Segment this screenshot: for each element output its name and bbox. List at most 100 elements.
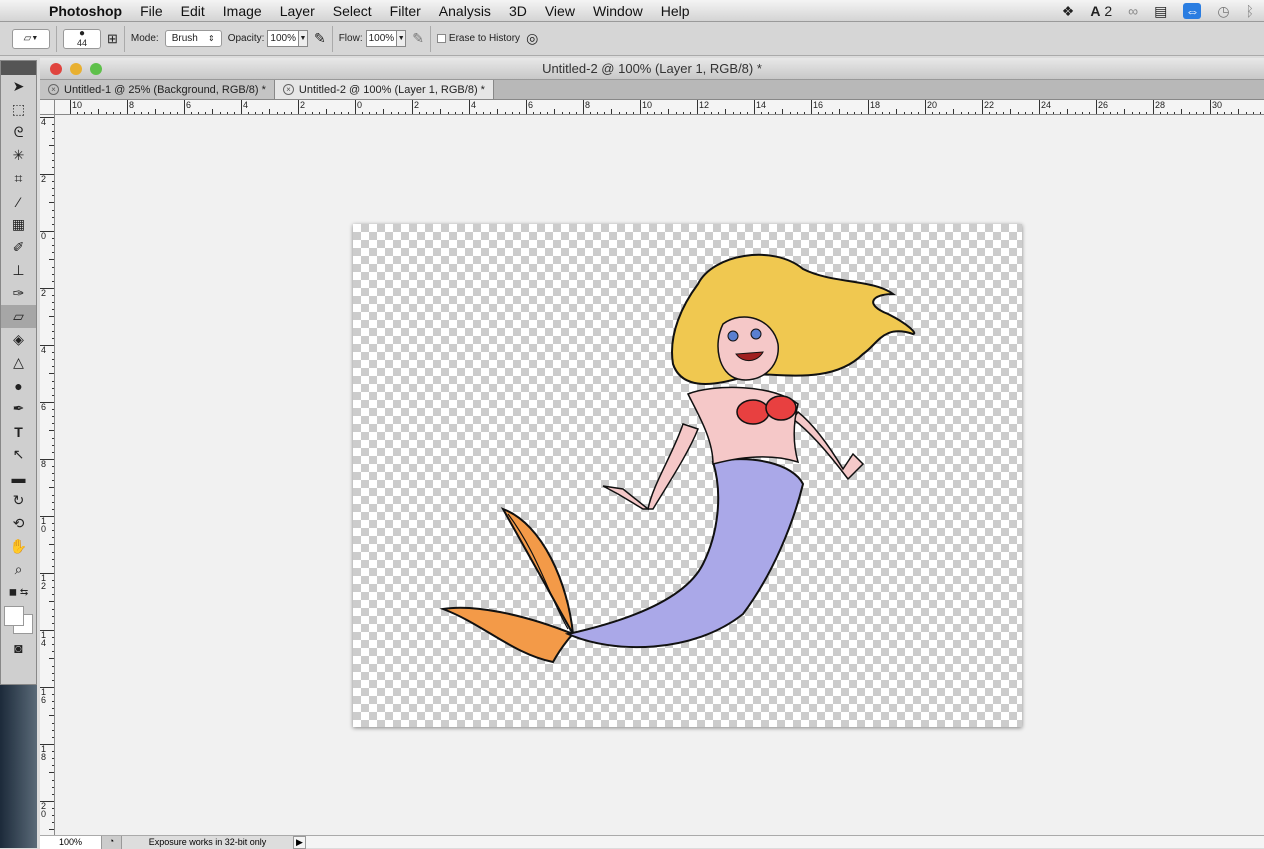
pen-tool-icon[interactable]: ✒ bbox=[1, 397, 36, 420]
dodge-tool-icon[interactable]: ● bbox=[1, 374, 36, 397]
menu-image[interactable]: Image bbox=[214, 3, 271, 19]
brush-picker[interactable]: ● 44 bbox=[63, 28, 101, 49]
healing-brush-tool-icon[interactable]: ▦ bbox=[1, 213, 36, 236]
ruler-label: 4 bbox=[41, 345, 47, 355]
dropbox-icon[interactable]: ❖ bbox=[1062, 3, 1075, 20]
ruler-minor-tick bbox=[52, 266, 54, 268]
menu-layer[interactable]: Layer bbox=[271, 3, 324, 19]
move-tool-icon[interactable]: ➤ bbox=[1, 75, 36, 98]
clone-stamp-tool-icon[interactable]: ⊥ bbox=[1, 259, 36, 282]
zoom-level-field[interactable]: 100% bbox=[40, 835, 101, 849]
tool-preset-picker[interactable]: ▱ ▼ bbox=[12, 28, 50, 49]
brush-tool-icon[interactable]: ✐ bbox=[1, 236, 36, 259]
ruler-minor-tick bbox=[1231, 112, 1233, 114]
paint-bucket-tool-icon[interactable]: ◈ bbox=[1, 328, 36, 351]
color-swatches[interactable] bbox=[1, 604, 36, 636]
ruler-minor-tick bbox=[689, 112, 691, 114]
ruler-minor-tick bbox=[818, 112, 820, 114]
tablet-pressure-icon[interactable]: ◎ bbox=[526, 26, 538, 52]
foreground-color-swatch[interactable] bbox=[4, 606, 24, 626]
airbrush-icon[interactable]: ✎ bbox=[412, 26, 424, 52]
3d-rotate-tool-icon[interactable]: ↻ bbox=[1, 489, 36, 512]
menu-help[interactable]: Help bbox=[652, 3, 699, 19]
eraser-tool-icon[interactable]: ▱ bbox=[1, 305, 36, 328]
lasso-tool-icon[interactable]: ᘓ bbox=[1, 121, 36, 144]
ruler-minor-tick bbox=[932, 112, 934, 114]
close-button[interactable] bbox=[50, 63, 62, 75]
close-tab-icon[interactable]: × bbox=[282, 84, 294, 95]
zoom-tool-icon[interactable]: ⌕ bbox=[1, 558, 36, 581]
menu-file[interactable]: File bbox=[131, 3, 172, 19]
ruler-tick bbox=[925, 100, 926, 114]
close-tab-icon[interactable]: × bbox=[48, 84, 59, 95]
ruler-minor-tick bbox=[52, 437, 54, 439]
type-tool-icon[interactable]: T bbox=[1, 420, 36, 443]
mode-select[interactable]: Brush ⇕ bbox=[164, 30, 222, 47]
ruler-minor-tick bbox=[226, 112, 228, 114]
ruler-minor-tick bbox=[105, 112, 107, 114]
opacity-dropdown[interactable]: ▼ bbox=[298, 30, 308, 47]
ruler-minor-tick bbox=[796, 112, 798, 114]
menu-app[interactable]: Photoshop bbox=[40, 3, 131, 19]
time-machine-icon[interactable]: ◷ bbox=[1217, 3, 1229, 20]
rectangle-tool-icon[interactable]: ▬ bbox=[1, 466, 36, 489]
ruler-minor-tick bbox=[761, 112, 763, 114]
ruler-origin[interactable] bbox=[40, 100, 55, 115]
ruler-minor-tick bbox=[52, 444, 54, 446]
bluetooth-icon[interactable]: ᛒ bbox=[1246, 3, 1254, 19]
ruler-minor-tick bbox=[953, 109, 955, 114]
ruler-minor-tick bbox=[832, 112, 834, 114]
ruler-minor-tick bbox=[497, 109, 499, 114]
desktop-background bbox=[0, 685, 37, 848]
flow-input[interactable]: 100% bbox=[365, 30, 398, 47]
menu-view[interactable]: View bbox=[536, 3, 584, 19]
history-brush-tool-icon[interactable]: ✑ bbox=[1, 282, 36, 305]
ruler-minor-tick bbox=[1195, 112, 1197, 114]
status-preview-icon[interactable]: ◔ bbox=[101, 835, 121, 849]
teamviewer-icon[interactable]: ⇔ bbox=[1183, 3, 1202, 19]
path-selection-tool-icon[interactable]: ↖ bbox=[1, 443, 36, 466]
ruler-label: 8 bbox=[585, 100, 591, 110]
creative-cloud-icon[interactable]: ∞ bbox=[1128, 3, 1138, 19]
ruler-label: 20 bbox=[927, 100, 938, 110]
menu-analysis[interactable]: Analysis bbox=[430, 3, 500, 19]
ruler-minor-tick bbox=[376, 112, 378, 114]
crop-tool-icon[interactable]: ⌗ bbox=[1, 167, 36, 190]
brush-panel-toggle-icon[interactable]: ⊞ bbox=[107, 26, 118, 52]
flow-dropdown[interactable]: ▼ bbox=[397, 30, 407, 47]
tab-untitled-2[interactable]: × Untitled-2 @ 100% (Layer 1, RGB/8) * bbox=[274, 80, 494, 99]
canvas[interactable] bbox=[353, 224, 1022, 727]
menu-3d[interactable]: 3D bbox=[500, 3, 536, 19]
magic-wand-tool-icon[interactable]: ✳ bbox=[1, 144, 36, 167]
vertical-ruler[interactable]: 4 2 0 2 4 6 8 10 12 14 16 18 20 bbox=[40, 115, 55, 835]
opacity-input[interactable]: 100% bbox=[267, 30, 299, 47]
ruler-minor-tick bbox=[618, 112, 620, 114]
quick-mask-icon[interactable]: ◙ bbox=[1, 636, 36, 659]
marquee-tool-icon[interactable]: ⬚ bbox=[1, 98, 36, 121]
ruler-tick bbox=[868, 100, 869, 114]
blur-tool-icon[interactable]: △ bbox=[1, 351, 36, 374]
swap-colors-icon[interactable]: ◼ ⇆ bbox=[1, 581, 36, 604]
ruler-minor-tick bbox=[162, 112, 164, 114]
erase-to-history-checkbox[interactable] bbox=[436, 34, 446, 43]
menu-select[interactable]: Select bbox=[324, 3, 381, 19]
notes-icon[interactable]: ▤ bbox=[1154, 3, 1167, 20]
minimize-button[interactable] bbox=[70, 63, 82, 75]
menu-window[interactable]: Window bbox=[584, 3, 652, 19]
horizontal-ruler[interactable]: 10 8 6 4 2 0 2 4 6 8 10 12 14 16 18 20 22 24 26 28 30 bbox=[55, 100, 1264, 115]
ruler-minor-tick bbox=[52, 423, 54, 425]
ruler-minor-tick bbox=[52, 765, 54, 767]
tab-untitled-1[interactable]: × Untitled-1 @ 25% (Background, RGB/8) * bbox=[40, 80, 275, 99]
menu-edit[interactable]: Edit bbox=[172, 3, 214, 19]
3d-orbit-tool-icon[interactable]: ⟲ bbox=[1, 512, 36, 535]
tools-panel-header[interactable] bbox=[1, 61, 36, 75]
status-menu-arrow-icon[interactable]: ▶ bbox=[293, 835, 306, 849]
airbrush-pressure-icon[interactable]: ✎ bbox=[314, 26, 326, 52]
hand-tool-icon[interactable]: ✋ bbox=[1, 535, 36, 558]
ruler-label: 26 bbox=[1098, 100, 1109, 110]
eyedropper-tool-icon[interactable]: ⁄ bbox=[1, 190, 36, 213]
erase-to-history-label: Erase to History bbox=[448, 33, 521, 44]
menu-filter[interactable]: Filter bbox=[381, 3, 430, 19]
zoom-button[interactable] bbox=[90, 63, 102, 75]
adobe-icon[interactable]: A 2 bbox=[1090, 3, 1112, 19]
